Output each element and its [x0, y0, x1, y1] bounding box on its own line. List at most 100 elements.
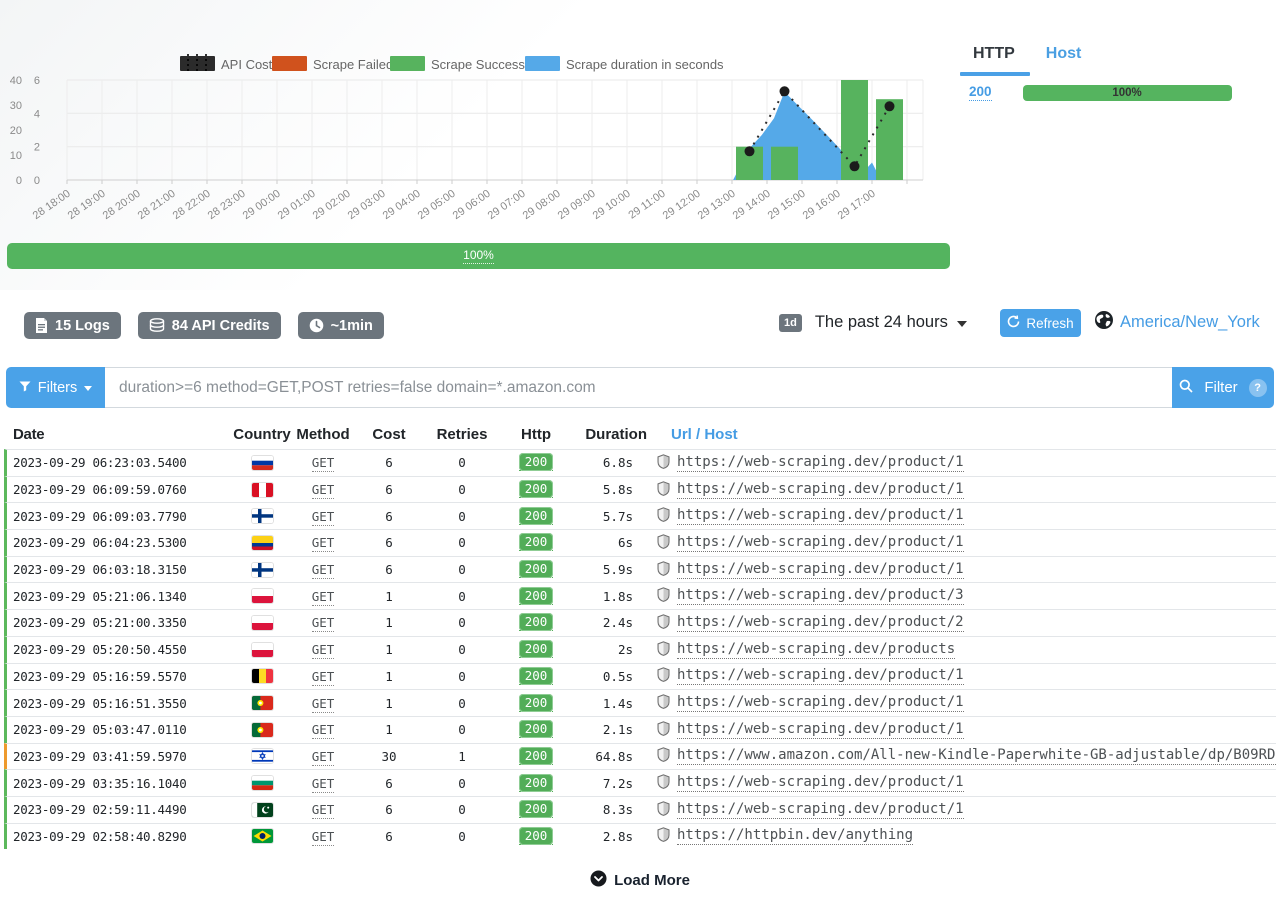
- column-header-url[interactable]: Url / Host: [647, 426, 1276, 443]
- url-link[interactable]: https://www.amazon.com/All-new-Kindle-Pa…: [677, 747, 1276, 765]
- method-link[interactable]: GET: [312, 776, 335, 793]
- method-link[interactable]: GET: [312, 749, 335, 766]
- tab-host[interactable]: Host: [1046, 45, 1082, 63]
- http-status-badge[interactable]: 200: [519, 668, 554, 685]
- http-status-badge[interactable]: 200: [519, 454, 554, 471]
- url-cell: https://web-scraping.dev/product/1: [647, 481, 1276, 499]
- method-link[interactable]: GET: [312, 535, 335, 552]
- stats-badges: 15 Logs 84 API Credits ~1min: [24, 312, 384, 339]
- duration-cell: 5.9s: [573, 562, 647, 577]
- legend-item[interactable]: Scrape duration in seconds: [525, 56, 724, 72]
- legend-item[interactable]: Scrape Failed: [272, 56, 393, 72]
- url-cell: https://web-scraping.dev/product/1: [647, 507, 1276, 525]
- http-status-badge[interactable]: 200: [519, 641, 554, 658]
- http-status-badge[interactable]: 200: [519, 801, 554, 818]
- duration-cell: 5.7s: [573, 509, 647, 524]
- url-cell: https://web-scraping.dev/product/1: [647, 774, 1276, 792]
- filter-query-input[interactable]: [105, 367, 1172, 408]
- http-status-badge[interactable]: 200: [519, 508, 554, 525]
- method-link[interactable]: GET: [312, 455, 335, 472]
- method-link[interactable]: GET: [312, 482, 335, 499]
- http-cell: 200: [499, 508, 573, 525]
- url-link[interactable]: https://web-scraping.dev/product/1: [677, 667, 964, 685]
- method-link[interactable]: GET: [312, 696, 335, 713]
- svg-text:28 22:00: 28 22:00: [171, 188, 213, 222]
- url-link[interactable]: https://web-scraping.dev/product/3: [677, 587, 964, 605]
- globe-icon: [1094, 310, 1114, 335]
- method-link[interactable]: GET: [312, 562, 335, 579]
- url-link[interactable]: https://web-scraping.dev/product/1: [677, 454, 964, 472]
- url-link[interactable]: https://web-scraping.dev/product/1: [677, 774, 964, 792]
- table-row: 2023-09-29 02:58:40.8290GET602002.8shttp…: [4, 823, 1276, 850]
- http-status-badge[interactable]: 200: [519, 614, 554, 631]
- url-link[interactable]: https://web-scraping.dev/product/1: [677, 694, 964, 712]
- http-status-badge[interactable]: 200: [519, 481, 554, 498]
- http-status-badge[interactable]: 200: [519, 828, 554, 845]
- method-link[interactable]: GET: [312, 669, 335, 686]
- method-link[interactable]: GET: [312, 802, 335, 819]
- method-link[interactable]: GET: [312, 509, 335, 526]
- legend-item[interactable]: API Cost: [180, 54, 273, 73]
- range-shortcut-badge: 1d: [779, 314, 802, 332]
- country-flag-icon-pk: [252, 803, 273, 817]
- http-status-badge[interactable]: 200: [519, 561, 554, 578]
- method-link[interactable]: GET: [312, 722, 335, 739]
- country-cell: [231, 643, 293, 657]
- cost-cell: 1: [353, 589, 425, 604]
- url-link[interactable]: https://web-scraping.dev/product/1: [677, 481, 964, 499]
- table-row: 2023-09-29 06:23:03.5400GET602006.8shttp…: [4, 449, 1276, 476]
- url-link[interactable]: https://web-scraping.dev/product/1: [677, 534, 964, 552]
- http-status-badge[interactable]: 200: [519, 534, 554, 551]
- method-link[interactable]: GET: [312, 615, 335, 632]
- cost-cell: 6: [353, 535, 425, 550]
- api-credits-badge: 84 API Credits: [138, 312, 281, 339]
- tab-http[interactable]: HTTP: [973, 45, 1015, 63]
- chart-y-axis-inner: 0246: [34, 75, 40, 187]
- legend-item[interactable]: Scrape Success: [390, 56, 525, 72]
- duration-cell: 64.8s: [573, 749, 647, 764]
- refresh-button[interactable]: Refresh: [1000, 309, 1081, 337]
- help-button[interactable]: ?: [1249, 379, 1267, 397]
- logs-table: DateCountryMethodCostRetriesHttpDuration…: [4, 420, 1276, 849]
- http-status-badge[interactable]: 200: [519, 775, 554, 792]
- svg-text:29 11:00: 29 11:00: [626, 188, 667, 222]
- http-status-badge[interactable]: 200: [519, 748, 554, 765]
- http-code-link[interactable]: 200: [969, 84, 992, 101]
- url-link[interactable]: https://web-scraping.dev/product/1: [677, 721, 964, 739]
- chevron-down-icon: [84, 386, 92, 391]
- method-cell: GET: [293, 802, 353, 817]
- date-cell: 2023-09-29 05:21:06.1340: [7, 589, 231, 604]
- method-link[interactable]: GET: [312, 589, 335, 606]
- country-flag-icon-co: [252, 536, 273, 550]
- country-flag-icon-fi: [252, 509, 273, 523]
- url-link[interactable]: https://web-scraping.dev/product/1: [677, 507, 964, 525]
- chevron-down-circle-icon: [590, 870, 607, 891]
- url-link[interactable]: https://web-scraping.dev/product/2: [677, 614, 964, 632]
- http-cell: 200: [499, 641, 573, 658]
- retries-cell: 0: [425, 562, 499, 577]
- http-status-badge[interactable]: 200: [519, 588, 554, 605]
- duration-cell: 5.8s: [573, 482, 647, 497]
- time-range-selector[interactable]: 1d The past 24 hours: [779, 313, 967, 332]
- cost-cell: 6: [353, 455, 425, 470]
- http-status-badge[interactable]: 200: [519, 721, 554, 738]
- method-cell: GET: [293, 562, 353, 577]
- table-row: 2023-09-29 05:21:00.3350GET102002.4shttp…: [4, 609, 1276, 636]
- column-header-method: Method: [293, 426, 353, 443]
- date-cell: 2023-09-29 02:59:11.4490: [7, 802, 231, 817]
- http-status-badge[interactable]: 200: [519, 695, 554, 712]
- url-link[interactable]: https://web-scraping.dev/product/1: [677, 801, 964, 819]
- url-link[interactable]: https://web-scraping.dev/products: [677, 641, 955, 659]
- filter-submit-button[interactable]: Filter ?: [1172, 367, 1274, 408]
- method-link[interactable]: GET: [312, 829, 335, 846]
- svg-text:20: 20: [10, 125, 22, 137]
- url-link[interactable]: https://httpbin.dev/anything: [677, 827, 913, 845]
- filters-dropdown-button[interactable]: Filters: [6, 367, 105, 408]
- load-more-button[interactable]: Load More: [0, 870, 1280, 891]
- shield-icon: [657, 774, 670, 792]
- timezone-link[interactable]: America/New_York: [1120, 313, 1260, 332]
- file-icon: [35, 318, 48, 333]
- svg-text:29 13:00: 29 13:00: [696, 188, 738, 222]
- url-link[interactable]: https://web-scraping.dev/product/1: [677, 561, 964, 579]
- method-link[interactable]: GET: [312, 642, 335, 659]
